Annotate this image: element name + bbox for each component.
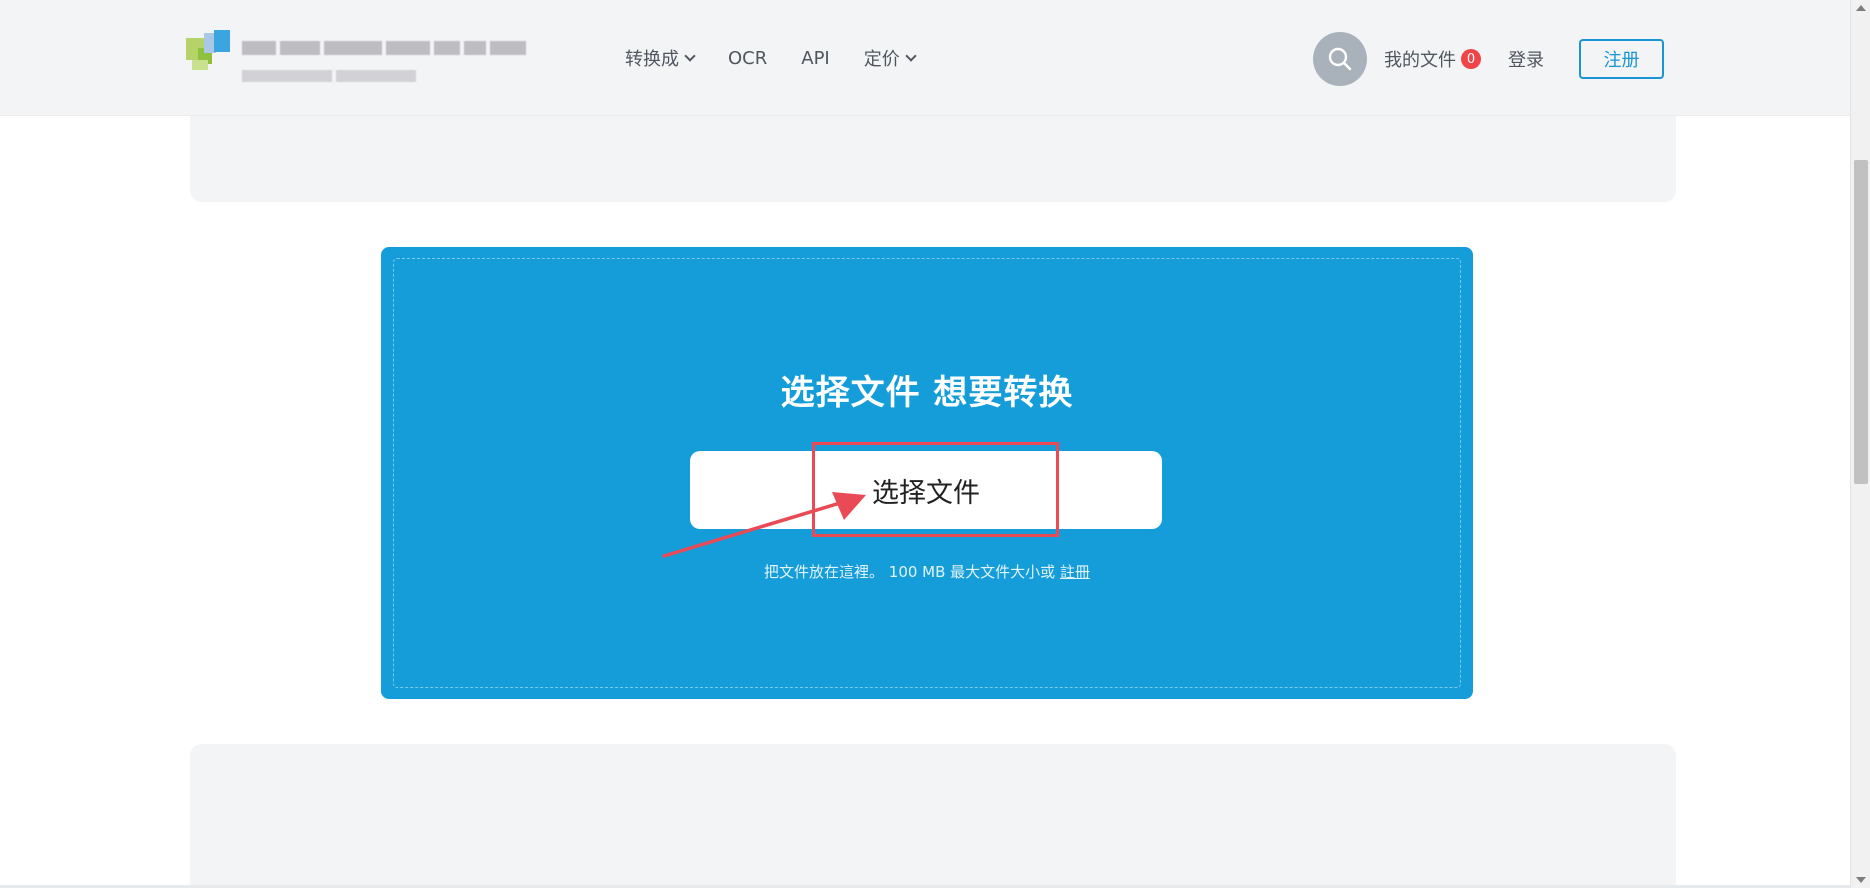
site-logo[interactable]	[186, 30, 536, 88]
hint-register-link[interactable]: 註冊	[1060, 563, 1090, 581]
scrollbar-thumb[interactable]	[1854, 160, 1868, 484]
nav-pricing[interactable]: 定价	[864, 45, 917, 71]
nav-convert-to[interactable]: 转换成	[625, 45, 696, 71]
bottom-content-panel	[190, 744, 1676, 888]
nav-api[interactable]: API	[801, 48, 829, 69]
search-button[interactable]	[1313, 32, 1367, 86]
search-icon	[1328, 47, 1352, 71]
annotation-arrow-icon	[662, 492, 866, 558]
vertical-scrollbar[interactable]	[1850, 0, 1870, 888]
chevron-down-icon	[684, 50, 696, 62]
upload-hint: 把文件放在這裡。 100 MB 最大文件大小或 註冊	[381, 561, 1473, 582]
my-files-link[interactable]: 我的文件 0	[1384, 46, 1481, 72]
file-count-badge: 0	[1461, 49, 1481, 69]
chevron-down-icon	[905, 50, 917, 62]
site-header: 转换成 OCR API 定价 我的文件 0 登录 注册	[0, 0, 1850, 116]
scroll-up-icon[interactable]	[1856, 5, 1866, 11]
nav-ocr[interactable]: OCR	[728, 48, 767, 69]
upload-title: 选择文件 想要转换	[780, 373, 1074, 413]
login-link[interactable]: 登录	[1508, 46, 1544, 72]
scroll-down-icon[interactable]	[1856, 877, 1866, 883]
main-nav: 转换成 OCR API 定价	[625, 0, 949, 116]
logo-wordmark	[242, 40, 530, 86]
logo-icon	[186, 30, 232, 70]
register-button[interactable]: 注册	[1579, 39, 1664, 79]
upload-hint-text: 把文件放在這裡。 100 MB 最大文件大小或	[764, 563, 1056, 581]
